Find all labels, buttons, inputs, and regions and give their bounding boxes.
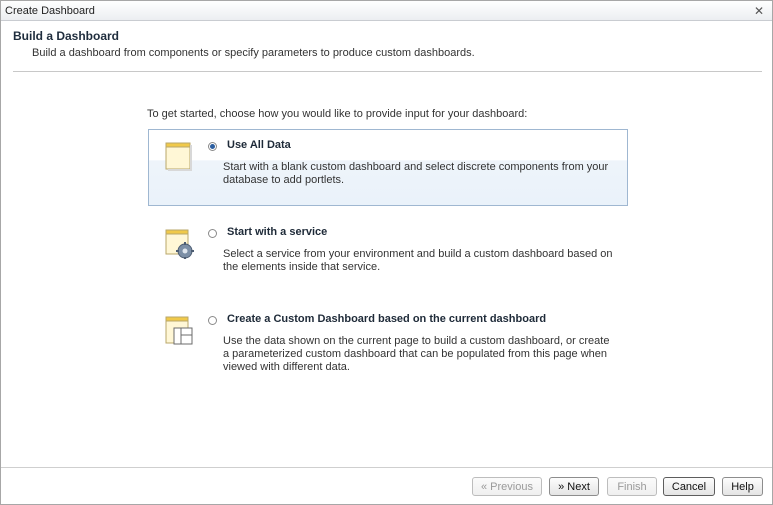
previous-button[interactable]: « Previous bbox=[472, 477, 542, 496]
page-with-gear-icon bbox=[165, 229, 194, 259]
header-divider bbox=[13, 71, 762, 72]
intro-text: To get started, choose how you would lik… bbox=[147, 108, 528, 120]
blank-page-icon bbox=[165, 142, 192, 171]
option-title: Start with a service bbox=[227, 226, 328, 238]
page-title: Build a Dashboard bbox=[13, 29, 120, 43]
option-start-with-service[interactable]: Start with a service Select a service fr… bbox=[148, 216, 628, 293]
radio-start-with-service[interactable] bbox=[208, 229, 217, 238]
window-title: Create Dashboard bbox=[5, 4, 95, 17]
finish-button[interactable]: Finish bbox=[607, 477, 657, 496]
close-icon[interactable]: ✕ bbox=[752, 4, 766, 18]
option-title: Use All Data bbox=[227, 139, 291, 151]
wizard-button-bar: « Previous » Next Finish Cancel Help bbox=[1, 477, 772, 497]
help-button[interactable]: Help bbox=[722, 477, 763, 496]
footer-divider bbox=[1, 467, 772, 468]
create-dashboard-dialog: Create Dashboard ✕ Build a Dashboard Bui… bbox=[0, 0, 773, 505]
option-title: Create a Custom Dashboard based on the c… bbox=[227, 313, 547, 325]
cancel-button[interactable]: Cancel bbox=[663, 477, 715, 496]
wizard-header: Build a Dashboard Build a dashboard from… bbox=[1, 21, 772, 59]
option-description: Use the data shown on the current page t… bbox=[223, 335, 610, 373]
option-use-all-data[interactable]: Use All Data Start with a blank custom d… bbox=[148, 129, 628, 206]
option-description: Start with a blank custom dashboard and … bbox=[223, 161, 609, 186]
page-with-layout-icon bbox=[165, 316, 193, 345]
title-bar: Create Dashboard ✕ bbox=[1, 1, 772, 21]
option-description: Select a service from your environment a… bbox=[223, 248, 613, 273]
option-custom-from-current[interactable]: Create a Custom Dashboard based on the c… bbox=[148, 303, 628, 380]
page-subtitle: Build a dashboard from components or spe… bbox=[32, 47, 475, 59]
radio-custom-from-current[interactable] bbox=[208, 316, 217, 325]
next-button[interactable]: » Next bbox=[549, 477, 599, 496]
radio-use-all-data[interactable] bbox=[208, 142, 217, 151]
